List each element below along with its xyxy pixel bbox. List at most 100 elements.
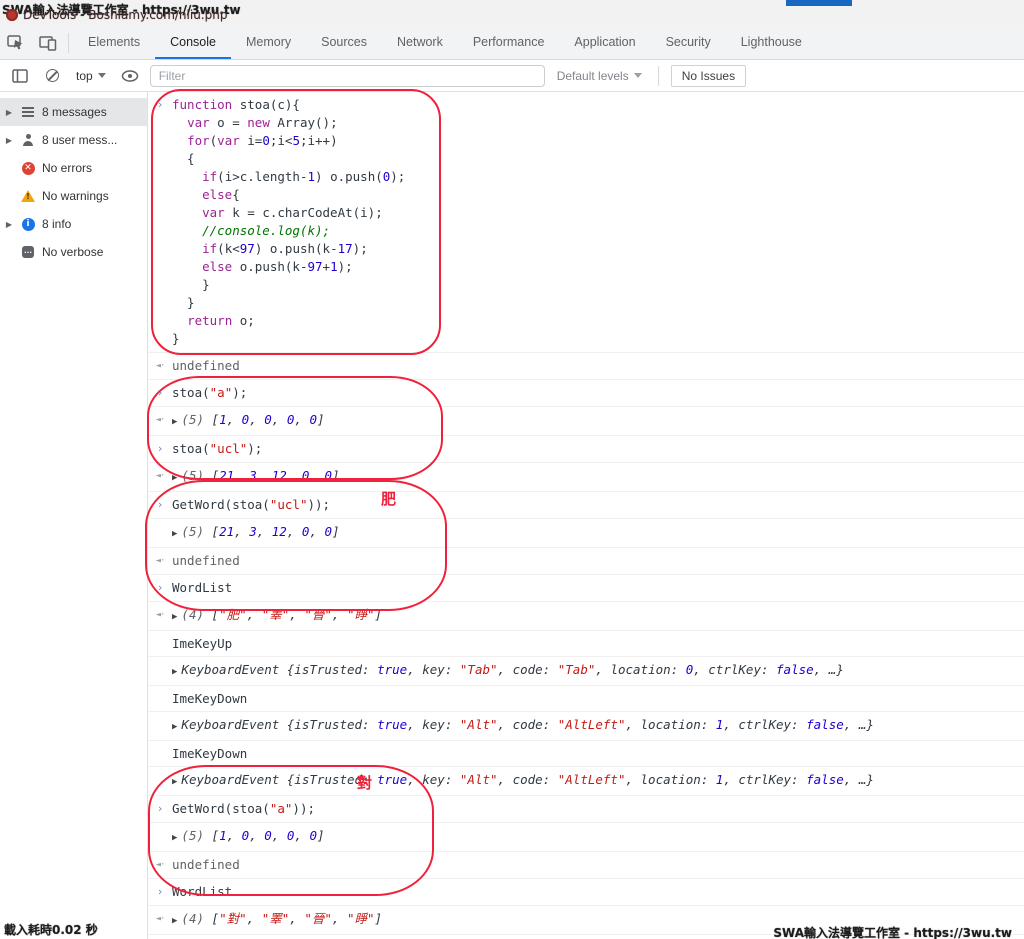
tab-performance[interactable]: Performance [458,26,560,59]
console-entry: ◄·▶(5) [21, 3, 12, 0, 0] [148,463,1024,492]
expand-arrow-icon[interactable]: ▶ [172,916,177,926]
expand-arrow-icon[interactable]: ▶ [172,777,177,787]
console-entry: ›stoa("a"); [148,380,1024,407]
device-toolbar-icon[interactable] [32,26,64,59]
sidebar-item-label: 8 messages [42,105,107,119]
console-entry: ›GetWord(stoa("a")); [148,796,1024,823]
tab-memory[interactable]: Memory [231,26,306,59]
console-message-text: ImeKeyDown [172,690,247,707]
sidebar-item-label: No verbose [42,245,103,259]
annotation-text-ucl: 肥 [381,488,396,509]
console-content: ▶ 8 messages ▶ 8 user mess... ✕No errors!No … [0,92,1024,939]
gutter-spacer [148,745,172,762]
return-value-arrow-icon: ◄· [148,411,172,431]
command-chevron-icon: › [148,496,172,514]
expand-arrow-icon[interactable]: ▶ [172,473,177,483]
filter-input[interactable] [150,65,545,87]
annotation-text-a: 對 [357,772,372,793]
console-message-text: WordList [172,883,232,901]
console-entry: ›WordList [148,879,1024,906]
return-value-arrow-icon: ◄· [148,606,172,626]
command-chevron-icon: › [148,384,172,402]
expand-arrow-icon[interactable]: ▶ [172,417,177,427]
devtools-favicon-icon [6,9,18,21]
console-message-text: GetWord(stoa("ucl")); [172,496,330,514]
command-chevron-icon: › [148,883,172,901]
clear-console-icon[interactable] [40,64,64,88]
console-entry: ›function stoa(c){ var o = new Array(); … [148,92,1024,353]
console-message-text: function stoa(c){ var o = new Array(); f… [172,96,405,348]
sidebar-item-no-errors[interactable]: ✕No errors [0,154,147,182]
sidebar-item-label: 8 info [42,217,71,231]
expand-arrow-icon[interactable]: ▶ [4,108,14,117]
gutter-spacer [148,771,172,791]
console-message-text: ImeKeyUp [172,635,232,652]
tab-elements[interactable]: Elements [73,26,155,59]
tab-lighthouse[interactable]: Lighthouse [726,26,817,59]
console-message-text: stoa("a"); [172,384,247,402]
gutter-spacer [148,827,172,847]
expand-arrow-icon[interactable]: ▶ [172,667,177,677]
sidebar-item-no-warnings[interactable]: !No warnings [0,182,147,210]
tab-network[interactable]: Network [382,26,458,59]
expand-arrow-icon[interactable]: ▶ [172,529,177,539]
return-value-arrow-icon: ◄· [148,552,172,570]
tab-sources[interactable]: Sources [306,26,382,59]
command-chevron-icon: › [148,800,172,818]
console-message-text: undefined [172,856,240,874]
console-message-text: stoa("ucl"); [172,440,262,458]
sidebar-item-8-user-mess-[interactable]: ▶ 8 user mess... [0,126,147,154]
console-entry: ›WordList [148,575,1024,602]
window-title-strip: SWA輸入法導覽工作室 - https://3wu.tw DevTools - … [0,0,1024,26]
console-message-text: ▶KeyboardEvent {isTrusted: true, key: "A… [172,716,874,736]
user-icon [21,134,35,146]
tab-security[interactable]: Security [651,26,726,59]
sidebar-item-label: 8 user mess... [42,133,117,147]
return-value-arrow-icon: ◄· [148,467,172,487]
verbose-icon: ... [21,246,35,258]
expand-arrow-icon[interactable]: ▶ [172,612,177,622]
sidebar-item-no-verbose[interactable]: ... No verbose [0,238,147,266]
background-window-fragment [786,0,852,6]
console-entry: ◄·▶(5) [1, 0, 0, 0, 0] [148,407,1024,436]
console-message-text: ▶(5) [1, 0, 0, 0, 0] [172,411,325,431]
javascript-context-selector[interactable]: top [72,69,110,83]
log-levels-dropdown[interactable]: Default levels [553,69,646,83]
tab-application[interactable]: Application [559,26,650,59]
console-entry: ◄·▶(4) ["肥", "睪", "晉", "睜"] [148,602,1024,631]
sidebar-item-8-messages[interactable]: ▶ 8 messages [0,98,147,126]
tab-console[interactable]: Console [155,26,231,59]
console-message-text: ImeKeyDown [172,745,247,762]
expand-arrow-icon[interactable]: ▶ [4,220,14,229]
expand-arrow-icon[interactable]: ▶ [4,136,14,145]
gutter-spacer [148,716,172,736]
gutter-spacer [148,661,172,681]
inspect-element-icon[interactable] [0,26,32,59]
expand-arrow-icon[interactable]: ▶ [172,722,177,732]
info-icon: i [21,218,35,231]
devtools-window-title: DevTools - Boshiamy.com/hliu.php [6,8,227,22]
console-entry: ImeKeyDown [148,686,1024,712]
chevron-down-icon [98,73,106,78]
live-expression-eye-icon[interactable] [118,64,142,88]
issues-counter[interactable]: No Issues [671,65,746,87]
console-message-text: ▶(5) [21, 3, 12, 0, 0] [172,523,340,543]
toolbar-separator [658,66,659,86]
return-value-arrow-icon: ◄· [148,910,172,930]
console-messages[interactable]: › function stoa(c){ var o = new Array(); … [148,92,1024,939]
sidebar-item-8-info[interactable]: ▶ i 8 info [0,210,147,238]
taskbar-window-title: SWA輸入法導覽工作室 - https://3wu.tw [773,924,1012,939]
console-sidebar-toggle-icon[interactable] [8,64,32,88]
devtools-tabs: ElementsConsoleMemorySourcesNetworkPerfo… [73,26,817,59]
console-entry: ›GetWord(stoa("ucl")); [148,492,1024,519]
gutter-spacer [148,635,172,652]
error-icon: ✕ [21,162,35,175]
sidebar-item-label: No warnings [42,189,109,203]
console-entry: ▶KeyboardEvent {isTrusted: true, key: "A… [148,712,1024,741]
console-message-text: GetWord(stoa("a")); [172,800,315,818]
return-value-arrow-icon: ◄· [148,856,172,874]
console-entry: ▶(5) [21, 3, 12, 0, 0] [148,519,1024,548]
console-entry: ◄·undefined [148,353,1024,380]
expand-arrow-icon[interactable]: ▶ [172,833,177,843]
console-message-text: undefined [172,357,240,375]
